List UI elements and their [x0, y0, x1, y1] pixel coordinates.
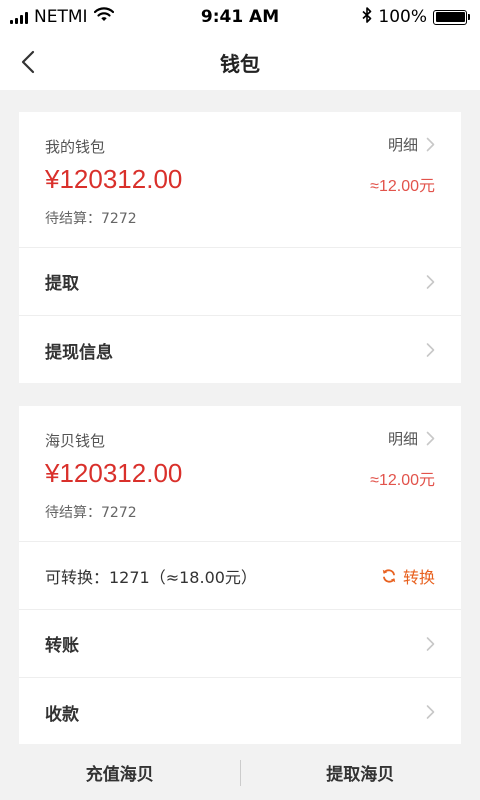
- wifi-icon: [93, 7, 114, 27]
- transfer-label: 转账: [45, 636, 79, 656]
- my-wallet-amount: ¥120312.00: [45, 164, 183, 194]
- haibei-wallet-pending: 待结算：7272: [45, 505, 137, 521]
- withdraw-haibei-button[interactable]: 提取海贝: [241, 760, 480, 785]
- signal-icon: [10, 11, 28, 24]
- recharge-haibei-button[interactable]: 充值海贝: [0, 760, 240, 785]
- battery-percent: 100%: [378, 7, 427, 27]
- haibei-wallet-label: 海贝钱包: [45, 432, 106, 450]
- convert-label: 转换: [402, 567, 435, 587]
- chevron-right-icon: [426, 636, 435, 651]
- receive-label: 收款: [45, 704, 79, 725]
- withdraw-row[interactable]: 提取: [19, 248, 461, 316]
- my-wallet-pending: 待结算：7272: [45, 211, 137, 227]
- withdraw-label: 提取: [45, 274, 79, 294]
- chevron-right-icon: [426, 137, 435, 152]
- status-left: NETMI: [10, 7, 114, 27]
- status-bar: NETMI 9:41 AM 100%: [0, 0, 480, 34]
- chevron-right-icon: [426, 705, 435, 719]
- receive-row[interactable]: 收款: [19, 678, 461, 746]
- refresh-icon: [382, 568, 396, 583]
- my-wallet-detail-link[interactable]: 明细: [388, 134, 435, 155]
- detail-label: 明细: [387, 136, 418, 154]
- convert-button[interactable]: 转换: [381, 564, 435, 588]
- convert-row: 可转换：1271（≈18.00元） 转换: [19, 542, 461, 610]
- my-wallet-label: 我的钱包: [45, 138, 106, 156]
- nav-bar: 钱包: [0, 34, 480, 90]
- chevron-left-icon: [21, 50, 35, 74]
- transfer-row[interactable]: 转账: [19, 610, 461, 678]
- my-wallet-card: 我的钱包 明细 ¥120312.00 ≈12.00元 待结算：7272 提取 提…: [19, 112, 461, 383]
- haibei-wallet-card: 海贝钱包 明细 ¥120312.00 ≈12.00元 待结算：7272 可转换：…: [19, 406, 461, 744]
- battery-icon: [433, 9, 470, 25]
- my-wallet-approx: ≈12.00元: [370, 178, 435, 195]
- my-wallet-summary: 我的钱包 明细 ¥120312.00 ≈12.00元 待结算：7272: [19, 112, 461, 248]
- haibei-wallet-summary: 海贝钱包 明细 ¥120312.00 ≈12.00元 待结算：7272: [19, 406, 461, 542]
- page-title: 钱包: [220, 51, 260, 76]
- haibei-wallet-approx: ≈12.00元: [370, 472, 435, 489]
- detail-label: 明细: [387, 430, 418, 448]
- haibei-wallet-detail-link[interactable]: 明细: [388, 428, 435, 449]
- bottom-action-bar: 充值海贝 提取海贝: [0, 745, 480, 800]
- status-right: 100%: [362, 6, 470, 28]
- withdraw-info-label: 提现信息: [45, 342, 113, 363]
- withdraw-info-row[interactable]: 提现信息: [19, 316, 461, 384]
- chevron-right-icon: [426, 274, 435, 289]
- carrier-name: NETMI: [34, 7, 88, 27]
- convertible-amount: 可转换：1271（≈18.00元）: [45, 567, 257, 587]
- chevron-right-icon: [426, 343, 435, 357]
- bluetooth-icon: [362, 6, 372, 28]
- chevron-right-icon: [426, 431, 435, 446]
- back-button[interactable]: [14, 48, 42, 76]
- haibei-wallet-amount: ¥120312.00: [45, 458, 183, 488]
